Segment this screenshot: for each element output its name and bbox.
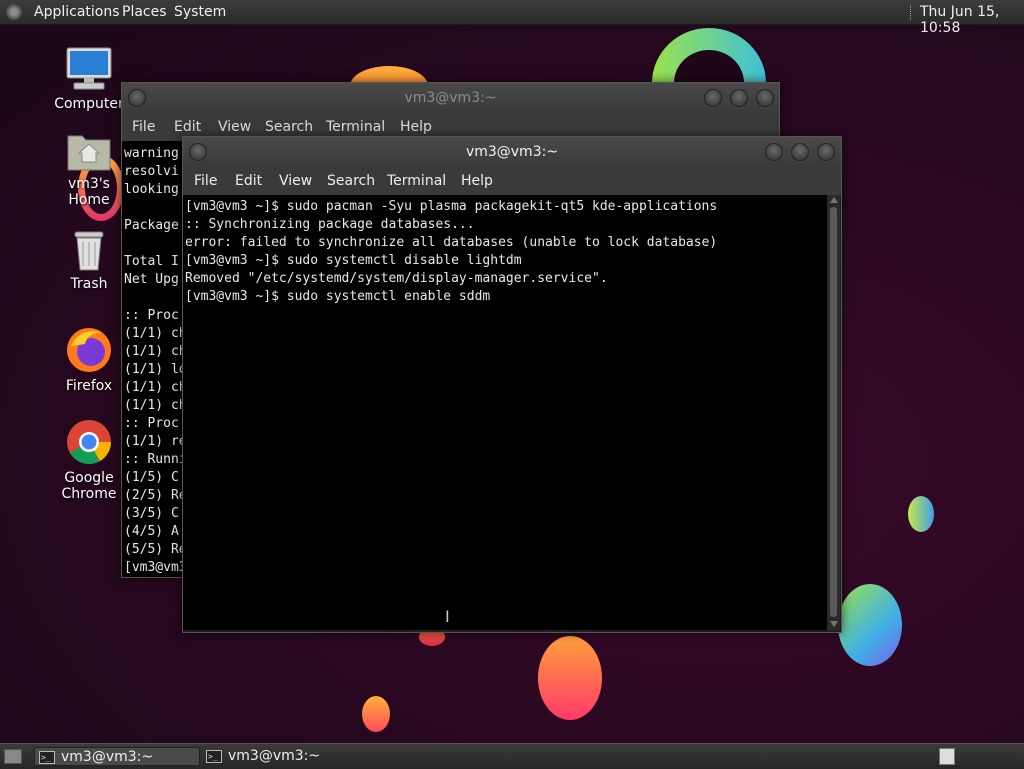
window-title: vm3@vm3:~: [404, 90, 497, 106]
scroll-down-icon[interactable]: [830, 621, 838, 627]
workspace-switcher-icon[interactable]: [939, 748, 955, 765]
terminal-line: [vm3@vm3 ~]$ sudo systemctl disable ligh…: [185, 253, 522, 268]
minimize-button[interactable]: [765, 143, 783, 161]
desktop-icon-label: Firefox: [65, 378, 113, 394]
window-titlebar[interactable]: vm3@vm3:~: [122, 83, 779, 113]
terminal-line: [vm3@vm3 ~]$ sudo systemctl enable sddm: [185, 289, 491, 304]
bottom-panel: vm3@vm3:~ vm3@vm3:~: [0, 743, 1024, 769]
menu-edit[interactable]: Edit: [174, 119, 201, 135]
maximize-button[interactable]: [730, 89, 748, 107]
menu-bar: File Edit View Search Terminal Help: [183, 167, 841, 195]
system-menu[interactable]: System: [174, 4, 226, 20]
menu-edit[interactable]: Edit: [235, 173, 262, 189]
firefox-icon: [67, 328, 111, 372]
trash-icon: [74, 231, 104, 271]
desktop-icon-computer[interactable]: Computer: [49, 46, 129, 112]
text-cursor-icon: I: [445, 607, 450, 626]
computer-icon: [66, 47, 112, 90]
terminal-line: Removed "/etc/systemd/system/display-man…: [185, 271, 608, 286]
show-desktop-icon[interactable]: [4, 749, 22, 764]
desktop-icon-label: Trash: [70, 276, 108, 292]
taskbar-button-back[interactable]: vm3@vm3:~: [202, 747, 372, 766]
menu-view[interactable]: View: [279, 173, 312, 189]
terminal-output[interactable]: [vm3@vm3 ~]$ sudo pacman -Syu plasma pac…: [183, 195, 827, 630]
menu-search[interactable]: Search: [327, 173, 375, 189]
window-title: vm3@vm3:~: [465, 144, 559, 160]
terminal-line: [vm3@vm3 ~]$ sudo pacman -Syu plasma pac…: [185, 199, 718, 214]
desktop-icon-label: Google Chrome: [61, 470, 117, 502]
scroll-up-icon[interactable]: [830, 197, 838, 203]
menu-help[interactable]: Help: [461, 173, 493, 189]
wallpaper-blob-small: [362, 696, 390, 732]
close-button[interactable]: [756, 89, 774, 107]
terminal-scrollbar[interactable]: [827, 195, 840, 630]
menu-help[interactable]: Help: [400, 119, 432, 135]
applications-menu[interactable]: Applications: [34, 4, 120, 20]
panel-separator: [910, 5, 913, 20]
menu-terminal[interactable]: Terminal: [387, 173, 446, 189]
terminal-line: :: Synchronizing package databases...: [185, 217, 475, 232]
menu-view[interactable]: View: [218, 119, 251, 135]
desktop-icon-trash[interactable]: Trash: [49, 228, 129, 292]
wallpaper-blob-blue: [838, 584, 902, 666]
wallpaper-blob-green: [908, 496, 934, 532]
chrome-icon: [67, 420, 111, 464]
menu-file[interactable]: File: [194, 173, 217, 189]
menu-search[interactable]: Search: [265, 119, 313, 135]
window-titlebar[interactable]: vm3@vm3:~: [183, 137, 841, 167]
desktop-icon-firefox[interactable]: Firefox: [49, 326, 129, 394]
terminal-icon: [39, 748, 55, 767]
taskbar-label: vm3@vm3:~: [61, 749, 154, 765]
clock[interactable]: Thu Jun 15, 10:58: [920, 4, 1024, 36]
menu-terminal[interactable]: Terminal: [326, 119, 385, 135]
taskbar-label: vm3@vm3:~: [228, 748, 321, 764]
menu-file[interactable]: File: [132, 119, 155, 135]
desktop-icon-home[interactable]: vm3's Home: [49, 130, 129, 208]
desktop-icon-chrome[interactable]: Google Chrome: [49, 418, 129, 502]
wallpaper-blob-orange: [538, 636, 602, 720]
desktop-icon-label: vm3's Home: [68, 176, 110, 208]
top-panel: Applications Places System Thu Jun 15, 1…: [0, 0, 1024, 36]
terminal-icon: [206, 747, 222, 766]
places-menu[interactable]: Places: [122, 4, 167, 20]
terminal-line: error: failed to synchronize all databas…: [185, 235, 718, 250]
home-folder-icon: [67, 135, 111, 171]
minimize-button[interactable]: [704, 89, 722, 107]
scrollbar-thumb[interactable]: [830, 207, 837, 617]
terminal-window-front[interactable]: vm3@vm3:~ File Edit View Search Terminal…: [182, 136, 842, 633]
taskbar-button-front[interactable]: vm3@vm3:~: [34, 747, 200, 767]
maximize-button[interactable]: [791, 143, 809, 161]
close-button[interactable]: [817, 143, 835, 161]
distro-logo-icon[interactable]: [6, 4, 22, 20]
desktop-icon-label: Computer: [54, 96, 124, 112]
